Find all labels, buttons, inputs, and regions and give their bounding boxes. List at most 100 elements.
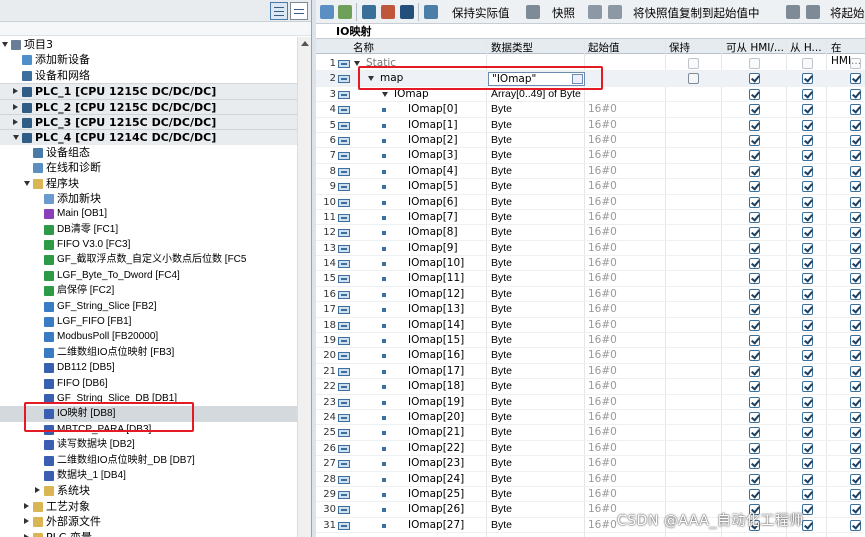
expand-closed-icon[interactable] <box>13 103 18 110</box>
hmi-accessible-checkbox[interactable] <box>749 165 760 177</box>
tree-item[interactable]: FIFO V3.0 [FC3] <box>0 237 311 252</box>
hmi-accessible-checkbox[interactable] <box>749 304 760 316</box>
retain-checkbox[interactable] <box>688 73 699 85</box>
table-row[interactable]: 20 IOmap[16] Byte 16#0 <box>316 348 865 364</box>
expand-open-icon[interactable] <box>24 180 30 186</box>
hmi-visible-checkbox[interactable] <box>850 427 861 439</box>
hmi-writable-checkbox[interactable] <box>802 134 813 146</box>
var-name[interactable]: IOmap[19] <box>408 395 464 410</box>
var-datatype[interactable]: Byte <box>491 302 512 317</box>
hmi-accessible-checkbox[interactable] <box>749 365 760 377</box>
var-datatype[interactable]: Byte <box>491 487 512 502</box>
tree-item[interactable]: 外部源文件 <box>0 514 311 529</box>
hmi-writable-checkbox[interactable] <box>802 335 813 347</box>
hmi-writable-checkbox[interactable] <box>802 319 813 331</box>
hmi-writable-checkbox[interactable] <box>802 458 813 470</box>
var-datatype[interactable]: Byte <box>491 164 512 179</box>
tree-item[interactable]: 系统块 <box>0 483 311 498</box>
var-datatype[interactable]: Byte <box>491 364 512 379</box>
table-row[interactable]: 11 IOmap[7] Byte 16#0 <box>316 210 865 226</box>
var-datatype[interactable]: Byte <box>491 118 512 133</box>
var-datatype[interactable]: Byte <box>491 133 512 148</box>
var-start-value[interactable]: 16#0 <box>588 348 617 363</box>
hmi-writable-checkbox[interactable] <box>802 104 813 116</box>
var-name[interactable]: IOmap[8] <box>408 225 458 240</box>
hmi-accessible-checkbox[interactable] <box>749 381 760 393</box>
var-name[interactable]: IOmap[10] <box>408 256 464 271</box>
hmi-visible-checkbox[interactable] <box>850 88 861 100</box>
table-row[interactable]: 19 IOmap[15] Byte 16#0 <box>316 333 865 349</box>
hmi-visible-checkbox[interactable] <box>850 458 861 470</box>
table-row[interactable]: 10 IOmap[6] Byte 16#0 <box>316 195 865 210</box>
var-start-value[interactable]: 16#0 <box>588 410 617 425</box>
hmi-visible-checkbox[interactable] <box>850 350 861 362</box>
hmi-accessible-checkbox[interactable] <box>749 288 760 300</box>
var-name[interactable]: IOmap[21] <box>408 425 464 440</box>
hmi-visible-checkbox[interactable] <box>850 411 861 423</box>
hmi-accessible-checkbox[interactable] <box>749 88 760 100</box>
table-row[interactable]: 25 IOmap[21] Byte 16#0 <box>316 425 865 441</box>
hmi-visible-checkbox[interactable] <box>850 104 861 116</box>
var-name[interactable]: IOmap[1] <box>408 118 458 133</box>
tree-item[interactable]: GF_String_Slice [FB2] <box>0 299 311 314</box>
hmi-visible-checkbox[interactable] <box>850 288 861 300</box>
tree-item[interactable]: PLC_4 [CPU 1214C DC/DC/DC] <box>0 129 311 145</box>
hmi-visible-checkbox[interactable] <box>850 258 861 270</box>
col-start-header[interactable]: 起始值 <box>588 40 620 55</box>
tree-item[interactable]: LGF_Byte_To_Dword [FC4] <box>0 268 311 283</box>
var-start-value[interactable]: 16#0 <box>588 472 617 487</box>
var-start-value[interactable]: 16#0 <box>588 195 617 210</box>
hmi-writable-checkbox[interactable] <box>802 150 813 162</box>
hmi-writable-checkbox[interactable] <box>802 273 813 285</box>
hmi-visible-checkbox[interactable] <box>850 504 861 516</box>
table-row[interactable]: 6 IOmap[2] Byte 16#0 <box>316 133 865 149</box>
hmi-writable-checkbox[interactable] <box>802 227 813 239</box>
var-start-value[interactable]: 16#0 <box>588 502 617 517</box>
hmi-visible-checkbox[interactable] <box>850 473 861 485</box>
hmi-visible-checkbox[interactable] <box>850 335 861 347</box>
var-datatype[interactable]: Byte <box>491 395 512 410</box>
var-datatype[interactable]: Byte <box>491 472 512 487</box>
tree-item[interactable]: 二维数组IO点位映射_DB [DB7] <box>0 453 311 468</box>
var-start-value[interactable]: 16#0 <box>588 425 617 440</box>
var-start-value[interactable]: 16#0 <box>588 118 617 133</box>
tree-item[interactable]: 程序块 <box>0 176 311 191</box>
var-start-value[interactable]: 16#0 <box>588 395 617 410</box>
table-row[interactable]: 18 IOmap[14] Byte 16#0 <box>316 318 865 334</box>
var-start-value[interactable]: 16#0 <box>588 379 617 394</box>
var-start-value[interactable]: 16#0 <box>588 133 617 148</box>
var-name[interactable]: IOmap[22] <box>408 441 464 456</box>
hmi-writable-checkbox[interactable] <box>802 350 813 362</box>
hmi-visible-checkbox[interactable] <box>850 381 861 393</box>
hmi-writable-checkbox[interactable] <box>802 181 813 193</box>
hmi-writable-checkbox[interactable] <box>802 119 813 131</box>
copy-snapshot-all-icon[interactable] <box>608 5 622 19</box>
var-datatype[interactable]: Byte <box>491 225 512 240</box>
col-retain-header[interactable]: 保持 <box>669 40 690 55</box>
table-row[interactable]: 24 IOmap[20] Byte 16#0 <box>316 410 865 426</box>
col-from-hmi-header[interactable]: 从 H... <box>790 40 822 55</box>
var-start-value[interactable]: 16#0 <box>588 148 617 163</box>
var-start-value[interactable]: 16#0 <box>588 225 617 240</box>
hmi-visible-checkbox[interactable] <box>850 165 861 177</box>
var-name[interactable]: IOmap[5] <box>408 179 458 194</box>
var-name[interactable]: IOmap[3] <box>408 148 458 163</box>
tree-item[interactable]: 在线和诊断 <box>0 160 311 175</box>
hmi-accessible-checkbox[interactable] <box>749 488 760 500</box>
monitor-icon[interactable] <box>424 5 438 19</box>
table-row[interactable]: 28 IOmap[24] Byte 16#0 <box>316 472 865 487</box>
view-list-icon[interactable] <box>400 5 414 19</box>
var-datatype[interactable]: Byte <box>491 502 512 517</box>
table-row[interactable]: 13 IOmap[9] Byte 16#0 <box>316 241 865 257</box>
snapshot-icon[interactable] <box>526 5 540 19</box>
var-datatype[interactable]: Byte <box>491 210 512 225</box>
expand-closed-icon[interactable] <box>24 502 29 509</box>
load-start-all-icon[interactable] <box>806 5 820 19</box>
tree-item[interactable]: 添加新设备 <box>0 52 311 67</box>
tree-item[interactable]: 二维数组IO点位映射 [FB3] <box>0 345 311 360</box>
tree-view-icon[interactable] <box>270 2 288 20</box>
hmi-accessible-checkbox[interactable] <box>749 396 760 408</box>
insert-row-icon[interactable] <box>320 5 334 19</box>
hmi-writable-checkbox[interactable] <box>802 365 813 377</box>
tree-item[interactable]: 添加新块 <box>0 191 311 206</box>
